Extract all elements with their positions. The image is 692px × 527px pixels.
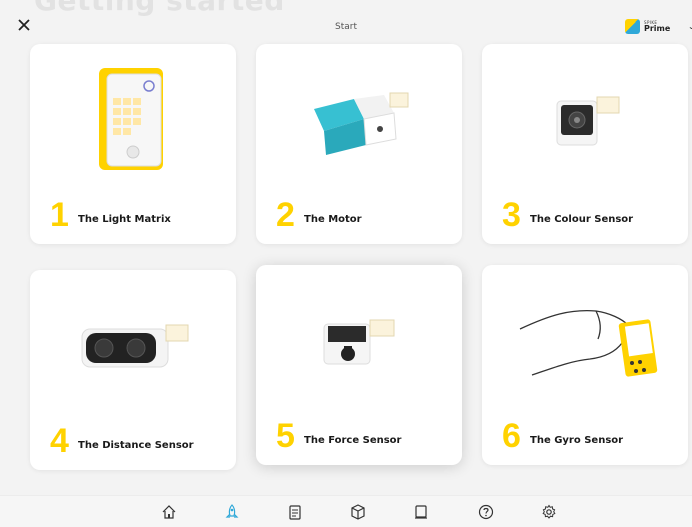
- colour-sensor-image: [482, 44, 688, 194]
- card-number: 4: [50, 422, 69, 460]
- card-number: 2: [276, 196, 295, 234]
- card-label: The Distance Sensor: [78, 440, 194, 451]
- spike-prime-logo[interactable]: SPIKE Prime: [625, 19, 670, 34]
- card-label: The Force Sensor: [304, 435, 402, 446]
- card-label: The Motor: [304, 214, 362, 225]
- card-force-sensor[interactable]: 5 The Force Sensor: [256, 265, 462, 465]
- device-icon[interactable]: [413, 504, 429, 520]
- card-gyro-sensor[interactable]: 6 The Gyro Sensor: [482, 265, 688, 465]
- gyro-sensor-image: [482, 265, 688, 415]
- card-colour-sensor[interactable]: 3 The Colour Sensor: [482, 44, 688, 244]
- motor-image: [256, 44, 462, 194]
- help-icon[interactable]: [478, 504, 494, 520]
- clipboard-icon[interactable]: [287, 504, 303, 520]
- distance-sensor-image: [30, 270, 236, 420]
- card-number: 1: [50, 196, 69, 234]
- card-number: 5: [276, 417, 295, 455]
- card-label: The Gyro Sensor: [530, 435, 624, 446]
- home-icon[interactable]: [161, 504, 177, 520]
- light-matrix-image: [30, 44, 236, 194]
- card-label: The Light Matrix: [78, 214, 171, 225]
- card-distance-sensor[interactable]: 4 The Distance Sensor: [30, 270, 236, 470]
- logo-mark-icon: [625, 19, 640, 34]
- card-number: 6: [502, 417, 521, 455]
- rocket-icon[interactable]: [224, 504, 240, 520]
- card-label: The Colour Sensor: [530, 214, 634, 225]
- card-number: 3: [502, 196, 521, 234]
- chevron-down-icon[interactable]: ⌄: [688, 22, 692, 31]
- page-title: Start: [335, 22, 357, 32]
- bottom-nav: [0, 495, 692, 527]
- box-icon[interactable]: [350, 504, 366, 520]
- settings-icon[interactable]: [541, 504, 557, 520]
- card-motor[interactable]: 2 The Motor: [256, 44, 462, 244]
- card-light-matrix[interactable]: 1 The Light Matrix: [30, 44, 236, 244]
- force-sensor-image: [256, 265, 462, 415]
- logo-big-text: Prime: [644, 23, 671, 33]
